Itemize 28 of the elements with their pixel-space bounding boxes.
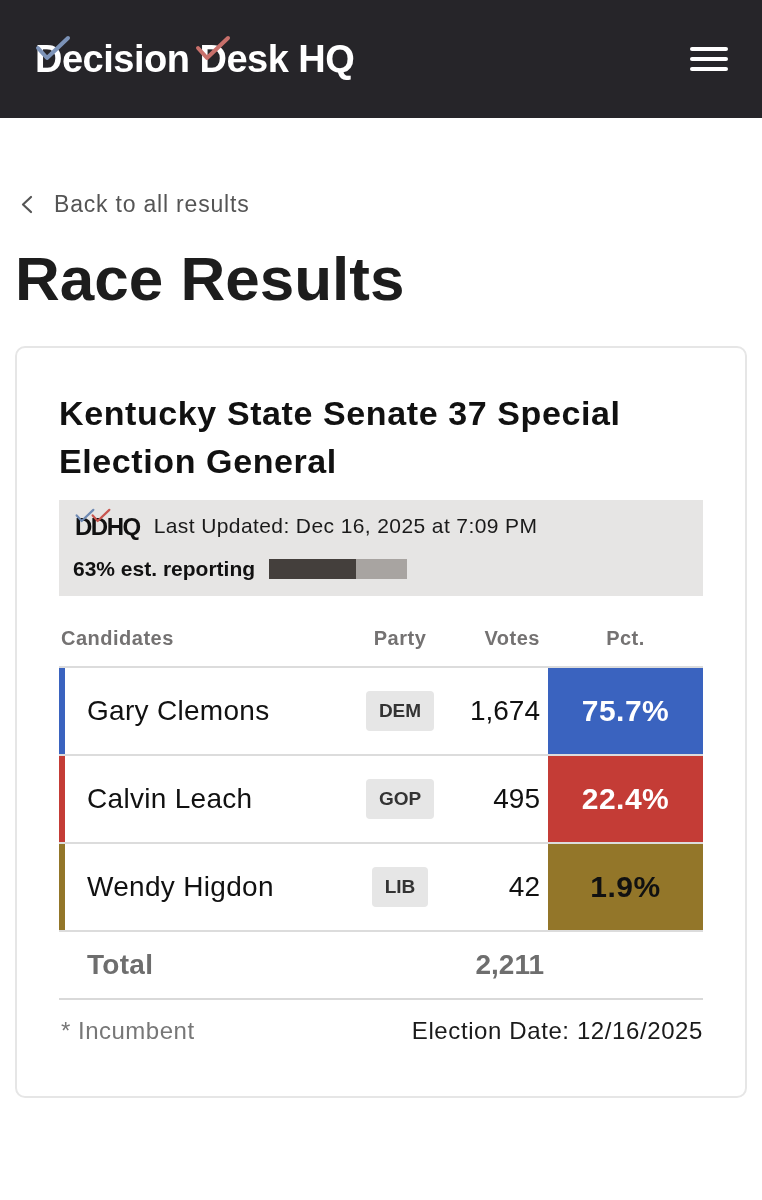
chevron-left-icon [20, 194, 33, 214]
total-votes: 2,211 [474, 948, 545, 981]
footnote-text: * Incumbent [61, 1017, 195, 1044]
race-title: Kentucky State Senate 37 Special Election General [59, 392, 622, 482]
candidate-name: Gary Clemons [86, 694, 271, 727]
vote-count: 1,674 [468, 694, 541, 727]
percent-cell: 1.9% [548, 843, 703, 930]
vote-count: 42 [507, 870, 541, 903]
election-date: Election Date: 12/16/2025 [411, 1017, 703, 1044]
column-header: Pct. [605, 626, 646, 649]
back-link[interactable]: Back to all results [20, 191, 250, 217]
party-tag: LIB [371, 866, 429, 907]
column-header: Party [372, 626, 428, 649]
column-header: Votes [483, 626, 541, 649]
percent-cell: 22.4% [548, 755, 703, 842]
candidate-name: Calvin Leach [86, 782, 254, 815]
percent-cell: 75.7% [548, 667, 703, 754]
page-title: Race Results [15, 245, 406, 312]
total-label: Total [86, 948, 155, 981]
reporting-label: 63% est. reporting [73, 556, 256, 581]
menu-icon[interactable] [690, 47, 728, 71]
candidate-name: Wendy Higdon [86, 870, 275, 903]
vote-count: 495 [492, 782, 541, 815]
logo-text[interactable]: Decision Desk HQ [35, 37, 355, 81]
party-tag: DEM [365, 690, 435, 731]
column-header: Candidates [61, 626, 175, 649]
last-updated-text: Last Updated: Dec 16, 2025 at 7:09 PM [153, 513, 538, 538]
party-tag: GOP [365, 778, 435, 819]
